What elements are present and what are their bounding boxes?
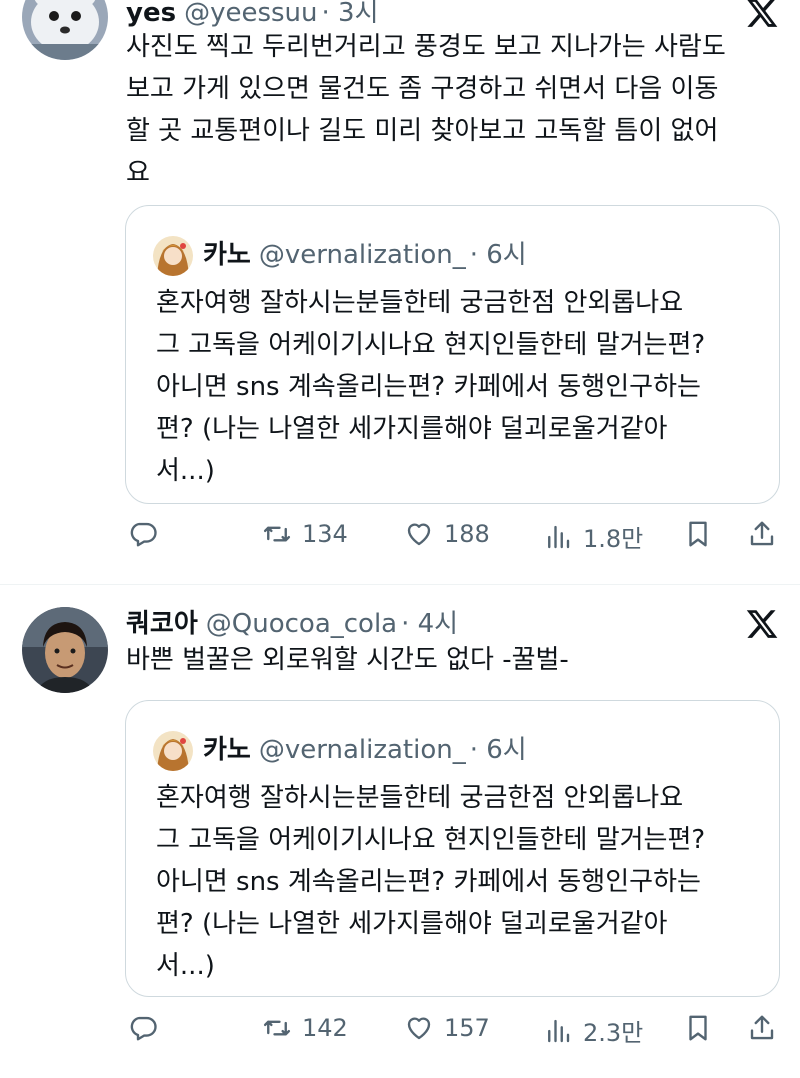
avatar[interactable] — [22, 0, 108, 60]
quote-avatar[interactable] — [153, 731, 193, 771]
quote-avatar[interactable] — [153, 236, 193, 276]
quote-username[interactable]: @vernalization_ — [259, 735, 466, 765]
retweet-count: 142 — [302, 1014, 348, 1042]
quote-text-line: 편? (나는 나열한 세가지를해야 덜괴로울거같아 — [156, 909, 668, 939]
quote-text-line: 서...) — [156, 456, 215, 486]
tweet-text-line: 사진도 찍고 두리번거리고 풍경도 보고 지나가는 사람도 — [126, 32, 726, 62]
like-button[interactable]: 157 — [404, 1013, 490, 1043]
like-count: 188 — [444, 520, 490, 548]
bookmark-button[interactable] — [683, 1013, 713, 1043]
username[interactable]: @Quocoa_cola — [206, 609, 397, 639]
share-button[interactable] — [747, 1013, 777, 1043]
display-name[interactable]: 쿼코아 — [126, 603, 198, 640]
like-icon — [407, 523, 431, 546]
timestamp[interactable]: · 3시 — [322, 0, 379, 29]
quote-text-line: 서...) — [156, 951, 215, 981]
quote-timestamp[interactable]: · 6시 — [470, 234, 527, 271]
like-icon — [407, 1017, 431, 1040]
quote-display-name[interactable]: 카노 — [203, 729, 251, 766]
views-button[interactable]: 2.3만 — [543, 1013, 643, 1048]
tweet-header: 쿼코아 @Quocoa_cola · 4시 — [126, 603, 458, 643]
quote-text: 혼자여행 잘하시는분들한테 궁금한점 안외롭나요 그 고독을 어케이기시나요 현… — [156, 282, 705, 492]
bookmark-button[interactable] — [683, 519, 713, 549]
x-logo-icon — [745, 607, 779, 641]
quoted-tweet[interactable]: 카노 @vernalization_ · 6시 혼자여행 잘하시는분들한테 궁금… — [125, 205, 780, 504]
tweet-text: 사진도 찍고 두리번거리고 풍경도 보고 지나가는 사람도 보고 가게 있으면 … — [126, 26, 786, 194]
quote-display-name[interactable]: 카노 — [203, 234, 251, 271]
retweet-button[interactable]: 134 — [262, 519, 348, 549]
share-icon — [750, 1015, 774, 1040]
share-button[interactable] — [747, 519, 777, 549]
quote-text-line: 혼자여행 잘하시는분들한테 궁금한점 안외롭나요 — [156, 783, 684, 813]
view-count: 2.3만 — [583, 1019, 644, 1047]
username[interactable]: @yeessuu — [184, 0, 317, 28]
quote-header: 카노 @vernalization_ · 6시 — [203, 729, 527, 766]
reply-button[interactable] — [128, 1013, 158, 1043]
share-icon — [750, 521, 774, 546]
retweet-icon — [263, 526, 291, 542]
retweet-button[interactable]: 142 — [262, 1013, 348, 1043]
tweet-1[interactable]: yes @yeessuu · 3시 사진도 찍고 두리번거리고 풍경도 보고 지… — [0, 0, 800, 584]
tweet-text: 바쁜 벌꿀은 외로워할 시간도 없다 -꿀벌- — [126, 639, 786, 681]
quote-text-line: 아니면 sns 계속올리는편? 카페에서 동행인구하는 — [156, 372, 701, 402]
timestamp[interactable]: · 4시 — [401, 603, 458, 640]
like-count: 157 — [444, 1014, 490, 1042]
reply-icon — [130, 1016, 157, 1041]
tweet-text-line: 보고 가게 있으면 물건도 좀 구경하고 쉬면서 다음 이동 — [126, 74, 719, 104]
views-button[interactable]: 1.8만 — [543, 519, 643, 554]
view-count: 1.8만 — [583, 525, 644, 553]
retweet-icon — [263, 1020, 291, 1036]
quote-text-line: 그 고독을 어케이기시나요 현지인들한테 말거는편? — [156, 825, 706, 855]
tweet-text-line: 바쁜 벌꿀은 외로워할 시간도 없다 -꿀벌- — [126, 645, 569, 675]
action-bar: 142 157 2.3만 — [0, 1013, 800, 1053]
like-button[interactable]: 188 — [404, 519, 490, 549]
bookmark-icon — [689, 1015, 707, 1041]
retweet-count: 134 — [302, 520, 348, 548]
reply-button[interactable] — [128, 519, 158, 549]
tweet-2[interactable]: 쿼코아 @Quocoa_cola · 4시 바쁜 벌꿀은 외로워할 시간도 없다… — [0, 585, 800, 1078]
quote-text-line: 혼자여행 잘하시는분들한테 궁금한점 안외롭나요 — [156, 288, 684, 318]
tweet-text-line: 할 곳 교통편이나 길도 미리 찾아보고 고독할 틈이 없어 — [126, 116, 719, 146]
quoted-tweet[interactable]: 카노 @vernalization_ · 6시 혼자여행 잘하시는분들한테 궁금… — [125, 700, 780, 997]
quote-text: 혼자여행 잘하시는분들한테 궁금한점 안외롭나요 그 고독을 어케이기시나요 현… — [156, 777, 705, 987]
quote-text-line: 아니면 sns 계속올리는편? 카페에서 동행인구하는 — [156, 867, 701, 897]
quote-text-line: 그 고독을 어케이기시나요 현지인들한테 말거는편? — [156, 330, 706, 360]
bookmark-icon — [689, 521, 707, 547]
tweet-text-line: 요 — [126, 158, 150, 188]
quote-header: 카노 @vernalization_ · 6시 — [203, 234, 527, 271]
action-bar: 134 188 1.8만 — [0, 519, 800, 559]
quote-timestamp[interactable]: · 6시 — [470, 729, 527, 766]
quote-text-line: 편? (나는 나열한 세가지를해야 덜괴로울거같아 — [156, 414, 668, 444]
views-icon — [548, 525, 570, 548]
views-icon — [548, 1019, 570, 1042]
display-name[interactable]: yes — [126, 0, 176, 28]
reply-icon — [130, 522, 157, 547]
quote-username[interactable]: @vernalization_ — [259, 240, 466, 270]
avatar[interactable] — [22, 607, 108, 693]
